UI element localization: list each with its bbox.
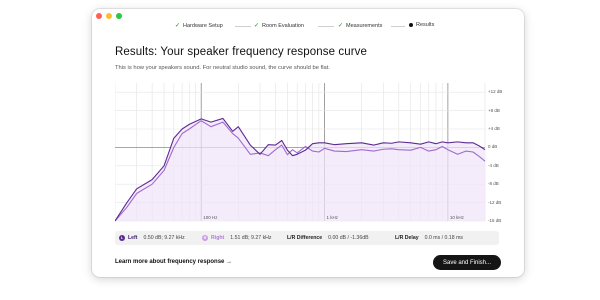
legend-right-channel[interactable]: R Right 1.51 dB; 9.27 kHz <box>202 231 272 245</box>
legend-right-value: 1.51 dB; 9.27 kHz <box>230 235 272 241</box>
lr-difference-label: L/R Difference <box>287 235 323 241</box>
legend-left-channel[interactable]: L Left 0.50 dB; 9.27 kHz <box>119 231 185 245</box>
y-tick-label: 0 dB <box>488 144 498 150</box>
x-tick-label: 1 kHz <box>326 215 339 220</box>
checkmark-icon: ✓ <box>338 23 344 29</box>
y-tick-label: +8 dB <box>488 107 500 113</box>
step-measurements[interactable]: ✓ Measurements <box>338 22 383 30</box>
frequency-response-chart[interactable]: +12 dB +8 dB +4 dB 0 dB -4 dB -8 dB -12 dB -16 … <box>115 81 505 227</box>
step-room-evaluation[interactable]: ✓ Room Evaluation <box>254 22 304 30</box>
x-tick-label: 100 Hz <box>203 215 218 220</box>
step-hardware-setup[interactable]: ✓ Hardware Setup <box>175 22 223 30</box>
page-subtitle: This is how your speakers sound. For neu… <box>115 65 330 71</box>
step-connector <box>235 26 251 27</box>
page-title: Results: Your speaker frequency response… <box>115 46 367 58</box>
right-channel-badge: R <box>202 235 208 241</box>
legend-left-name: Left <box>128 235 138 241</box>
step-label: Room Evaluation <box>262 22 304 29</box>
checkmark-icon: ✓ <box>254 23 260 29</box>
step-connector <box>318 26 334 27</box>
lr-delay-label: L/R Delay <box>395 235 419 241</box>
step-label: Results <box>416 22 435 28</box>
measurement-legend: L Left 0.50 dB; 9.27 kHz R Right 1.51 dB… <box>115 231 499 245</box>
app-window: ✓ Hardware Setup ✓ Room Evaluation ✓ Mea… <box>92 9 524 277</box>
lr-delay-value: 0.0 ms / 0.18 ms <box>424 235 463 241</box>
y-tick-label: -12 dB <box>488 199 502 205</box>
legend-right-name: Right <box>211 235 225 241</box>
close-window-button[interactable] <box>96 13 102 19</box>
step-label: Measurements <box>346 22 383 29</box>
step-label: Hardware Setup <box>183 22 223 29</box>
zoom-window-button[interactable] <box>116 13 122 19</box>
y-tick-label: -8 dB <box>488 181 499 187</box>
y-tick-label: -16 dB <box>488 218 502 223</box>
checkmark-icon: ✓ <box>175 23 181 29</box>
save-and-finish-button[interactable]: Save and Finish... <box>433 255 501 270</box>
step-connector <box>391 26 405 27</box>
step-results[interactable]: Results <box>409 22 434 28</box>
y-tick-label: +4 dB <box>488 126 500 131</box>
current-step-dot-icon <box>409 23 413 27</box>
y-tick-label: -4 dB <box>488 162 499 168</box>
legend-left-value: 0.50 dB; 9.27 kHz <box>143 235 185 241</box>
lr-difference-value: 0.00 dB / -1.36dB <box>328 235 369 241</box>
legend-lr-difference: L/R Difference 0.00 dB / -1.36dB <box>287 231 369 245</box>
window-controls <box>96 13 122 19</box>
response-area-fill <box>115 118 485 221</box>
y-tick-label: +12 dB <box>488 89 503 95</box>
minimize-window-button[interactable] <box>106 13 112 19</box>
legend-lr-delay: L/R Delay 0.0 ms / 0.18 ms <box>395 231 463 245</box>
chart-svg <box>115 83 486 222</box>
x-tick-label: 10 kHz <box>449 215 464 220</box>
left-channel-badge: L <box>119 235 125 241</box>
learn-more-link[interactable]: Learn more about frequency response → <box>115 259 232 265</box>
